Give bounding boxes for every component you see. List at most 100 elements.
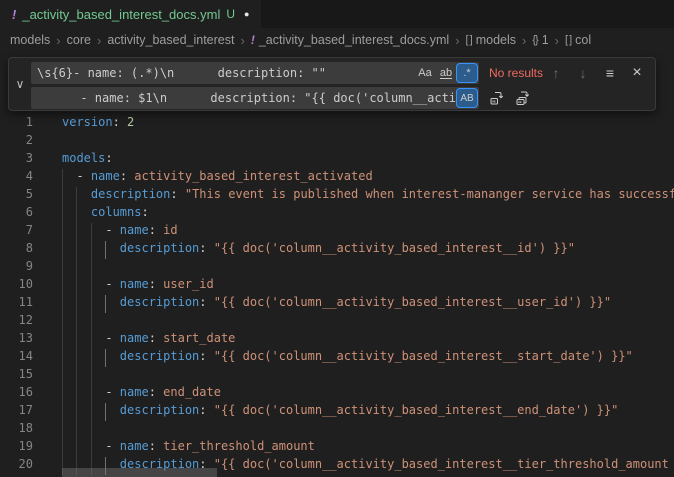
indent-guide bbox=[91, 349, 92, 367]
indent-guide bbox=[62, 349, 63, 367]
code-line: 6 columns: bbox=[0, 205, 674, 223]
line-number: 18 bbox=[0, 421, 33, 439]
breadcrumb: models›core›activity_based_interest›!_ac… bbox=[0, 28, 674, 52]
indent-guide bbox=[91, 403, 92, 421]
line-number: 12 bbox=[0, 313, 33, 331]
indent-guide bbox=[62, 241, 63, 259]
breadcrumb-item[interactable]: [ ]models bbox=[466, 33, 516, 47]
replace-button[interactable] bbox=[487, 88, 507, 108]
breadcrumb-item[interactable]: {} 1 bbox=[532, 33, 548, 47]
code-text: description: "{{ doc('column__activity_b… bbox=[62, 349, 674, 367]
code-line: 12 bbox=[0, 313, 674, 331]
breadcrumb-separator: › bbox=[240, 33, 244, 48]
code-line: 17 description: "{{ doc('column__activit… bbox=[0, 403, 674, 421]
indent-guide bbox=[76, 403, 77, 421]
line-number: 6 bbox=[0, 205, 33, 223]
indent-guide bbox=[62, 205, 63, 223]
breadcrumb-label: 1 bbox=[542, 33, 549, 47]
indent-guide bbox=[76, 223, 77, 241]
chevron-down-icon: ∨ bbox=[16, 77, 25, 91]
code-line: 8 description: "{{ doc('column__activity… bbox=[0, 241, 674, 259]
code-text: - name: id bbox=[62, 223, 674, 241]
find-in-selection-button[interactable]: ≡ bbox=[600, 63, 620, 83]
replace-input[interactable]: - name: $1\n description: "{{ doc('colum… bbox=[31, 87, 479, 109]
indent-guide bbox=[76, 331, 77, 349]
breadcrumb-item[interactable]: !_activity_based_interest_docs.yml bbox=[251, 33, 449, 47]
find-results-status: No results bbox=[489, 66, 543, 80]
breadcrumb-item[interactable]: core bbox=[67, 33, 91, 47]
breadcrumb-item[interactable]: [ ]col bbox=[565, 33, 591, 47]
indent-guide bbox=[76, 367, 77, 385]
indent-guide bbox=[91, 241, 92, 259]
indent-guide bbox=[62, 259, 63, 277]
code-text: - name: user_id bbox=[62, 277, 674, 295]
whole-word-icon: ab bbox=[440, 68, 452, 79]
indent-guide bbox=[91, 277, 92, 295]
use-regex-button[interactable]: .* bbox=[457, 64, 477, 82]
find-previous-button[interactable]: ↑ bbox=[546, 63, 566, 83]
indent-guide bbox=[91, 313, 92, 331]
code-text bbox=[62, 259, 674, 277]
indent-guide bbox=[76, 421, 77, 439]
symbol-array-icon: [ ] bbox=[565, 34, 571, 46]
line-number: 17 bbox=[0, 403, 33, 421]
indent-guide bbox=[105, 403, 106, 421]
code-line: 1version: 2 bbox=[0, 115, 674, 133]
whole-word-button[interactable]: ab bbox=[436, 64, 456, 82]
replace-all-icon bbox=[515, 90, 531, 106]
replace-buttons bbox=[487, 88, 533, 108]
line-number: 19 bbox=[0, 439, 33, 457]
code-line: 18 bbox=[0, 421, 674, 439]
find-replace-widget: ∨ \s{6}- name: (.*)\n description: "" Aa… bbox=[8, 57, 656, 111]
code-lines[interactable]: 1version: 223models:4 - name: activity_b… bbox=[0, 115, 674, 475]
breadcrumb-item[interactable]: models bbox=[10, 33, 50, 47]
indent-guide bbox=[91, 421, 92, 439]
breadcrumb-label: activity_based_interest bbox=[107, 33, 234, 47]
code-line: 5 description: "This event is published … bbox=[0, 187, 674, 205]
match-case-button[interactable]: Aa bbox=[415, 64, 435, 82]
line-number: 10 bbox=[0, 277, 33, 295]
indent-guide bbox=[76, 439, 77, 457]
code-text: version: 2 bbox=[62, 115, 674, 133]
indent-guide bbox=[91, 331, 92, 349]
indent-guide bbox=[91, 367, 92, 385]
line-number: 7 bbox=[0, 223, 33, 241]
find-input[interactable]: \s{6}- name: (.*)\n description: "" Aa a… bbox=[31, 62, 479, 84]
indent-guide bbox=[76, 313, 77, 331]
line-number: 15 bbox=[0, 367, 33, 385]
breadcrumb-label: core bbox=[67, 33, 91, 47]
code-line: 13 - name: start_date bbox=[0, 331, 674, 349]
find-next-button[interactable]: ↓ bbox=[573, 63, 593, 83]
code-text: description: "This event is published wh… bbox=[62, 187, 674, 205]
indent-guide bbox=[62, 223, 63, 241]
indent-guide bbox=[105, 241, 106, 259]
close-find-widget-button[interactable]: × bbox=[627, 63, 647, 83]
line-number: 8 bbox=[0, 241, 33, 259]
code-text: - name: end_date bbox=[62, 385, 674, 403]
replace-all-button[interactable] bbox=[513, 88, 533, 108]
code-text: models: bbox=[62, 151, 674, 169]
indent-guide bbox=[76, 259, 77, 277]
indent-guide bbox=[91, 439, 92, 457]
tab-label: _activity_based_interest_docs.yml bbox=[22, 7, 220, 22]
code-line: 16 - name: end_date bbox=[0, 385, 674, 403]
vscode-editor-window: ! _activity_based_interest_docs.yml U ● … bbox=[0, 0, 674, 477]
horizontal-scrollbar[interactable] bbox=[62, 468, 217, 477]
modified-dot-icon[interactable]: ● bbox=[244, 9, 249, 19]
replace-icon bbox=[489, 90, 505, 106]
code-text: description: "{{ doc('column__activity_b… bbox=[62, 403, 674, 421]
code-line: 2 bbox=[0, 133, 674, 151]
indent-guide bbox=[76, 187, 77, 205]
arrow-up-icon: ↑ bbox=[553, 65, 560, 81]
arrow-down-icon: ↓ bbox=[580, 65, 587, 81]
indent-guide bbox=[62, 277, 63, 295]
tab-active[interactable]: ! _activity_based_interest_docs.yml U ● bbox=[0, 0, 261, 28]
breadcrumb-item[interactable]: activity_based_interest bbox=[107, 33, 234, 47]
code-text: columns: bbox=[62, 205, 674, 223]
symbol-object-icon: {} bbox=[532, 34, 537, 46]
line-number: 5 bbox=[0, 187, 33, 205]
preserve-case-button[interactable]: AB bbox=[457, 89, 477, 107]
indent-guide bbox=[62, 439, 63, 457]
toggle-replace-button[interactable]: ∨ bbox=[9, 62, 31, 106]
code-text bbox=[62, 313, 674, 331]
